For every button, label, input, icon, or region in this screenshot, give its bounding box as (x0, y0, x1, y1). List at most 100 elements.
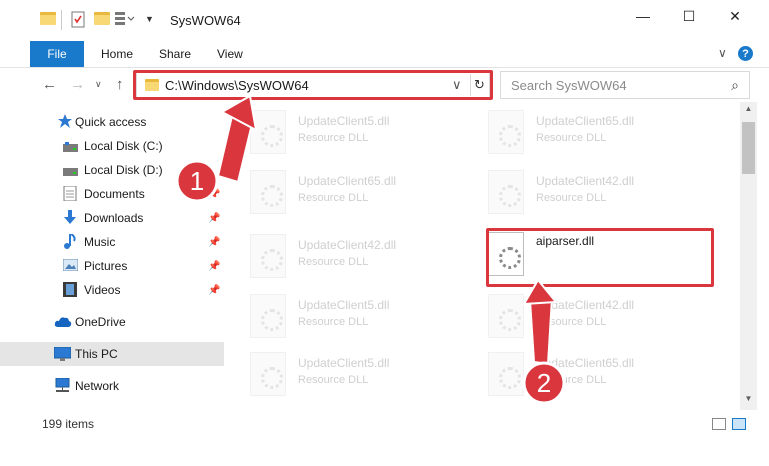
file-name: UpdateClient65.dll (298, 174, 397, 188)
file-type: Resource DLL (298, 316, 369, 328)
scroll-thumb[interactable] (742, 122, 755, 174)
vertical-scrollbar[interactable]: ▲ ▼ (740, 102, 757, 410)
file-type: Resource DLL (298, 132, 369, 144)
sidebar-item-label: Pictures (84, 259, 128, 273)
file-item[interactable]: UpdateClient5.dll Resource DLL (228, 346, 458, 402)
search-input[interactable]: Search SysWOW64 ⌕ (500, 71, 750, 99)
sidebar-item-label: Videos (84, 283, 121, 297)
dll-file-icon (250, 352, 286, 396)
navigation-pane: Quick access Local Disk (C:) Local Disk … (0, 102, 228, 410)
sidebar-item-label: Local Disk (C:) (84, 139, 163, 153)
file-item[interactable]: UpdateClient42.dll Resource DLL (466, 164, 696, 220)
file-name: UpdateClient5.dll (298, 114, 390, 128)
tab-file[interactable]: File (30, 41, 84, 67)
sidebar-item-onedrive[interactable]: OneDrive (0, 310, 224, 334)
scroll-up-icon[interactable]: ▲ (740, 104, 757, 118)
dll-file-icon (250, 294, 286, 338)
dll-file-icon (488, 170, 524, 214)
sidebar-item-music[interactable]: Music 📌 (0, 230, 224, 254)
network-icon (54, 377, 70, 392)
pin-icon[interactable]: 📌 (208, 237, 220, 248)
sidebar-item-pictures[interactable]: Pictures 📌 (0, 254, 224, 278)
pin-icon[interactable]: 📌 (208, 261, 220, 272)
pin-icon[interactable]: 📌 (208, 285, 220, 296)
dll-file-icon (250, 170, 286, 214)
recent-locations-icon[interactable]: ∨ (95, 79, 102, 90)
toolbar-divider (61, 10, 62, 30)
file-item[interactable]: UpdateClient5.dll Resource DLL (228, 104, 458, 160)
sidebar-item-label: Downloads (84, 211, 144, 225)
sidebar-item-local-disk-d[interactable]: Local Disk (D:) (0, 158, 224, 182)
properties-icon[interactable] (70, 11, 86, 31)
search-placeholder: Search SysWOW64 (511, 78, 627, 93)
file-type: Resource DLL (298, 192, 369, 204)
sidebar-item-label: Network (75, 379, 120, 393)
dll-file-icon (488, 352, 524, 396)
minimize-button[interactable]: — (620, 0, 666, 32)
window-bottom (0, 438, 769, 466)
file-name: UpdateClient42.dll (298, 238, 397, 252)
customize-icon[interactable] (114, 10, 140, 29)
file-type: Resource DLL (536, 192, 607, 204)
large-icons-view-icon[interactable] (732, 418, 746, 430)
sidebar-item-local-disk-c[interactable]: Local Disk (C:) (0, 134, 224, 158)
sidebar-item-downloads[interactable]: Downloads 📌 (0, 206, 224, 230)
sidebar-item-label: Music (84, 235, 116, 249)
file-type: Resource DLL (536, 132, 607, 144)
dll-file-icon (488, 110, 524, 154)
file-item[interactable]: UpdateClient65.dll Resource DLL (466, 346, 696, 402)
file-name: UpdateClient42.dll (536, 298, 635, 312)
computer-icon (53, 346, 72, 361)
sidebar-item-videos[interactable]: Videos 📌 (0, 278, 224, 302)
file-name: UpdateClient65.dll (536, 114, 635, 128)
tab-share[interactable]: Share (159, 47, 191, 61)
qat-dropdown-icon[interactable]: ▼ (145, 14, 154, 24)
forward-button[interactable]: → (70, 76, 85, 93)
pin-icon[interactable]: 📌 (208, 189, 220, 200)
videos-icon (63, 282, 79, 297)
sidebar-item-network[interactable]: Network (0, 374, 224, 398)
item-count: 199 items (42, 417, 95, 431)
file-item[interactable]: UpdateClient42.dll Resource DLL (228, 228, 458, 284)
cloud-icon (54, 316, 72, 330)
file-item[interactable]: UpdateClient5.dll Resource DLL (228, 288, 458, 344)
back-button[interactable]: ← (42, 76, 57, 93)
search-icon[interactable]: ⌕ (731, 77, 739, 94)
file-type: Resource DLL (536, 316, 607, 328)
sidebar-item-documents[interactable]: Documents 📌 (0, 182, 224, 206)
sidebar-item-quick-access[interactable]: Quick access (0, 110, 224, 134)
tab-view[interactable]: View (217, 47, 243, 61)
file-name: UpdateClient42.dll (536, 174, 635, 188)
file-name: UpdateClient5.dll (298, 356, 390, 370)
up-button[interactable]: ↑ (116, 76, 124, 93)
file-name: UpdateClient5.dll (298, 298, 390, 312)
sidebar-item-label: OneDrive (75, 315, 126, 329)
help-icon[interactable]: ? (738, 46, 753, 61)
file-item[interactable]: UpdateClient65.dll Resource DLL (466, 104, 696, 160)
file-item[interactable]: UpdateClient65.dll Resource DLL (228, 164, 458, 220)
details-view-icon[interactable] (712, 418, 726, 430)
dll-file-icon (488, 294, 524, 338)
tab-home[interactable]: Home (101, 47, 133, 61)
file-item[interactable]: UpdateClient42.dll Resource DLL (466, 288, 696, 344)
sidebar-item-this-pc[interactable]: This PC (0, 342, 224, 366)
file-type: Resource DLL (298, 374, 369, 386)
close-button[interactable]: ✕ (712, 0, 758, 32)
new-folder-icon[interactable] (94, 12, 110, 25)
scroll-down-icon[interactable]: ▼ (740, 394, 757, 408)
dll-file-icon (250, 110, 286, 154)
pin-icon[interactable]: 📌 (208, 213, 220, 224)
file-type: Resource DLL (536, 374, 607, 386)
maximize-button[interactable]: ☐ (666, 0, 712, 32)
sidebar-item-label: Local Disk (D:) (84, 163, 163, 177)
sidebar-item-label: Documents (84, 187, 145, 201)
window-title: SysWOW64 (170, 13, 241, 28)
address-bar-highlight (133, 70, 493, 100)
ribbon-tabs: File Home Share View ∨ (0, 40, 769, 68)
drive-icon (63, 165, 79, 179)
sidebar-item-label: Quick access (75, 115, 147, 129)
downloads-icon (63, 210, 79, 224)
pictures-icon (62, 258, 79, 273)
expand-ribbon-icon[interactable]: ∨ (718, 46, 727, 60)
documents-icon (63, 185, 79, 202)
